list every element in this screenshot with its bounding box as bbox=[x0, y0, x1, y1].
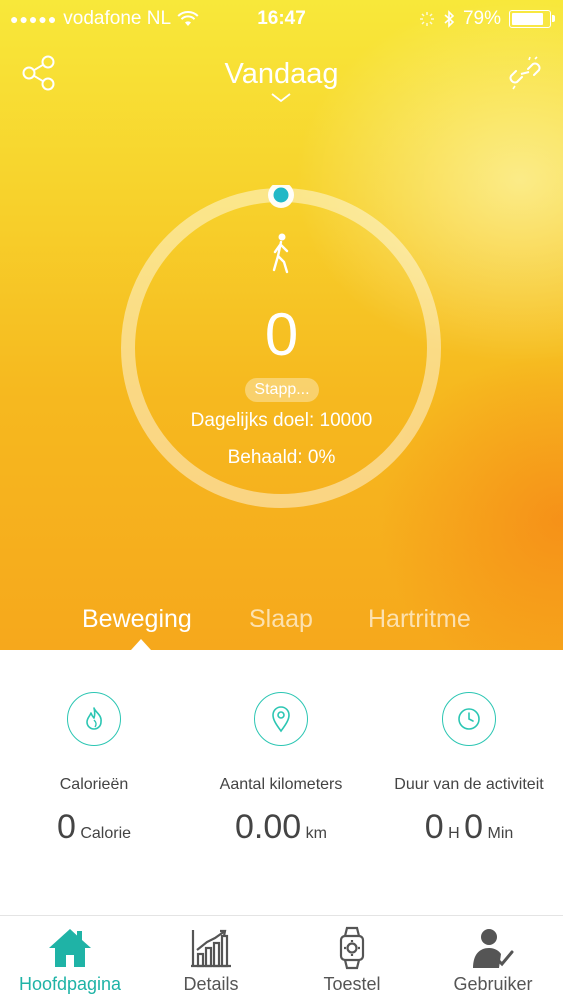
chart-icon bbox=[191, 929, 231, 968]
tabbar-item-details[interactable]: Details bbox=[141, 916, 281, 1001]
battery-percent: 79% bbox=[462, 8, 501, 29]
link-broken-icon[interactable] bbox=[509, 56, 541, 90]
tabbar-item-user[interactable]: Gebruiker bbox=[423, 916, 563, 1001]
stat-duration-minutes-unit: Min bbox=[487, 825, 514, 842]
watch-icon bbox=[339, 926, 365, 970]
bottom-tab-bar: Hoofdpagina Details Toestel Gebruiker bbox=[0, 915, 563, 1001]
stat-calories: Calorieën 0 Calorie bbox=[0, 650, 188, 915]
tabbar-label-device: Toestel bbox=[323, 974, 381, 994]
clock-icon bbox=[442, 692, 496, 746]
stat-duration-hours-unit: H bbox=[448, 825, 460, 842]
stat-duration-hours: 0 bbox=[424, 808, 444, 846]
battery-icon bbox=[509, 10, 555, 28]
tab-hartritme[interactable]: Hartritme bbox=[368, 605, 471, 634]
achieved-percent: Behaald: 0% bbox=[227, 447, 336, 468]
steps-count: 0 bbox=[264, 301, 299, 368]
flame-icon bbox=[67, 692, 121, 746]
location-pin-icon bbox=[254, 692, 308, 746]
stats-section: Calorieën 0 Calorie Aantal kilometers 0.… bbox=[0, 650, 563, 915]
tabbar-label-home: Hoofdpagina bbox=[18, 974, 122, 994]
tabbar-item-device[interactable]: Toestel bbox=[282, 916, 422, 1001]
stat-distance-value: 0.00 bbox=[235, 808, 302, 846]
tabbar-label-user: Gebruiker bbox=[453, 974, 533, 994]
stat-calories-value: 0 bbox=[56, 808, 76, 846]
stat-duration-minutes: 0 bbox=[464, 808, 484, 846]
home-icon bbox=[49, 929, 91, 967]
stat-distance-unit: km bbox=[305, 825, 327, 842]
status-bar: ●●●●● vodafone NL 16:47 79% bbox=[0, 0, 563, 38]
active-tab-indicator bbox=[131, 639, 151, 650]
steps-unit-badge[interactable]: Stapp... bbox=[245, 378, 319, 402]
bluetooth-icon bbox=[444, 10, 455, 28]
walking-person-icon bbox=[272, 233, 289, 274]
stat-distance-label: Aantal kilometers bbox=[219, 776, 343, 793]
stat-calories-label: Calorieën bbox=[59, 776, 129, 793]
tab-slaap[interactable]: Slaap bbox=[249, 605, 313, 634]
stat-duration: Duur van de activiteit 0 H 0 Min bbox=[375, 650, 563, 915]
page-title[interactable]: Vandaag bbox=[0, 58, 563, 91]
activity-spinner-icon bbox=[419, 12, 434, 26]
tabbar-item-home[interactable]: Hoofdpagina bbox=[0, 916, 140, 1001]
stat-calories-unit: Calorie bbox=[80, 825, 132, 842]
tab-beweging[interactable]: Beweging bbox=[82, 605, 192, 634]
user-check-icon bbox=[473, 929, 514, 968]
daily-goal: Dagelijks doel: 10000 bbox=[190, 410, 373, 431]
tabbar-label-details: Details bbox=[183, 974, 239, 994]
stat-distance: Aantal kilometers 0.00 km bbox=[187, 650, 375, 915]
activity-tabs: Beweging Slaap Hartritme bbox=[0, 605, 563, 650]
stat-duration-label: Duur van de activiteit bbox=[394, 776, 544, 793]
chevron-down-icon[interactable] bbox=[271, 93, 291, 103]
activity-panel: ●●●●● vodafone NL 16:47 79% Vandaag 0 St… bbox=[0, 0, 563, 650]
